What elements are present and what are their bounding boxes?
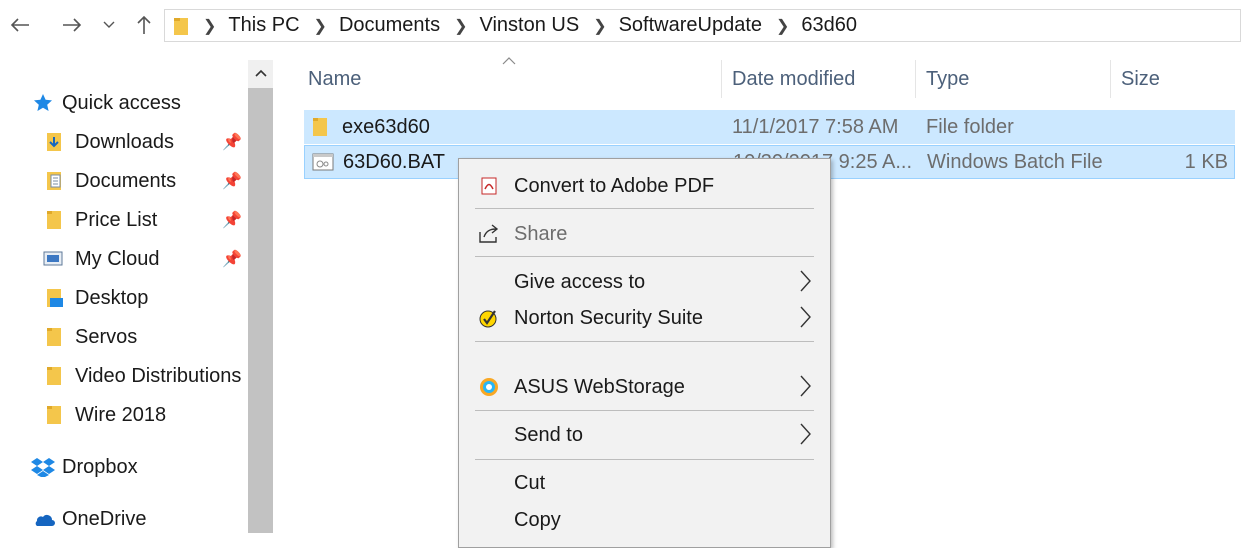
menu-item-send-to[interactable]: Send to: [459, 417, 830, 453]
breadcrumb-63d60[interactable]: ❯ 63d60: [762, 14, 857, 37]
sidebar-onedrive[interactable]: OneDrive: [0, 501, 245, 537]
downloads-folder-icon: [47, 133, 61, 151]
breadcrumb-this-pc[interactable]: ❯ This PC: [189, 14, 300, 37]
recent-locations-button[interactable]: [99, 10, 119, 40]
breadcrumb-vinston-us[interactable]: ❯ Vinston US: [440, 14, 579, 37]
sidebar-item-documents[interactable]: Documents 📌: [0, 163, 245, 199]
column-header-date-modified[interactable]: Date modified: [732, 60, 912, 98]
menu-separator: [475, 341, 814, 342]
chevron-up-icon: [254, 69, 267, 77]
chevron-down-icon: [103, 21, 115, 28]
column-header-type[interactable]: Type: [926, 60, 1106, 98]
menu-separator: [475, 459, 814, 460]
column-divider[interactable]: [1110, 60, 1111, 98]
up-button[interactable]: [132, 10, 156, 40]
chevron-right-icon: ❯: [593, 17, 607, 35]
sidebar-item-downloads[interactable]: Downloads 📌: [0, 124, 245, 160]
onedrive-cloud-icon: [35, 515, 55, 526]
back-button[interactable]: [8, 10, 32, 40]
chevron-right-icon: [800, 306, 811, 328]
file-date: 11/1/2017 7:58 AM: [732, 115, 899, 138]
share-icon: [477, 222, 501, 246]
pin-icon[interactable]: 📌: [222, 210, 242, 230]
file-size: 1 KB: [1184, 150, 1228, 173]
chevron-right-icon: ❯: [313, 17, 327, 35]
scroll-up-button[interactable]: [248, 60, 273, 86]
address-bar[interactable]: ❯ This PC ❯ Documents ❯ Vinston US ❯ Softwar…: [164, 9, 1241, 42]
sidebar-item-video-distributions[interactable]: Video Distributions: [0, 358, 245, 394]
chevron-right-icon: ❯: [203, 17, 217, 35]
file-name: exe63d60: [342, 115, 430, 138]
sidebar-item-wire-2018[interactable]: Wire 2018: [0, 397, 245, 433]
sidebar-scroll-thumb[interactable]: [248, 88, 273, 533]
breadcrumb-documents[interactable]: ❯ Documents: [300, 14, 441, 37]
file-name: 63D60.BAT: [343, 150, 445, 173]
desktop-folder-icon: [47, 289, 63, 307]
folder-icon: [47, 406, 61, 424]
column-header-name[interactable]: Name: [308, 60, 720, 98]
column-header-size[interactable]: Size: [1121, 60, 1231, 98]
menu-item-norton-security-suite[interactable]: Norton Security Suite: [459, 300, 830, 336]
column-divider[interactable]: [915, 60, 916, 98]
chevron-right-icon: ❯: [776, 17, 790, 35]
folder-icon: [47, 328, 61, 346]
pin-icon[interactable]: 📌: [222, 171, 242, 191]
sidebar-quick-access[interactable]: Quick access: [0, 85, 245, 121]
norton-check-icon: [477, 306, 501, 330]
folder-icon: [174, 17, 188, 35]
file-type: File folder: [926, 115, 1014, 138]
asus-webstorage-icon: [477, 375, 501, 399]
arrow-right-icon: [63, 18, 82, 32]
sidebar-item-price-list[interactable]: Price List 📌: [0, 202, 245, 238]
menu-item-asus-webstorage[interactable]: ASUS WebStorage: [459, 369, 830, 405]
folder-icon: [47, 367, 61, 385]
folder-icon: [313, 118, 327, 136]
menu-separator: [475, 256, 814, 257]
menu-item-cut[interactable]: Cut: [459, 465, 830, 501]
menu-separator: [475, 208, 814, 209]
documents-folder-icon: [47, 172, 61, 190]
chevron-right-icon: [800, 423, 811, 445]
star-icon: [34, 94, 52, 111]
column-divider[interactable]: [721, 60, 722, 98]
menu-item-give-access-to[interactable]: Give access to: [459, 264, 830, 300]
pin-icon[interactable]: 📌: [222, 132, 242, 152]
folder-icon: [47, 211, 61, 229]
sidebar-item-desktop[interactable]: Desktop: [0, 280, 245, 316]
chevron-right-icon: [800, 375, 811, 397]
dropbox-icon: [31, 458, 55, 477]
adobe-pdf-icon: [477, 174, 501, 198]
menu-item-convert-to-adobe-pdf[interactable]: Convert to Adobe PDF: [459, 168, 830, 204]
menu-separator: [475, 410, 814, 411]
sidebar-item-servos[interactable]: Servos: [0, 319, 245, 355]
forward-button[interactable]: [60, 10, 84, 40]
network-drive-icon: [43, 251, 63, 266]
arrow-left-icon: [10, 18, 29, 32]
breadcrumb-softwareupdate[interactable]: ❯ SoftwareUpdate: [579, 14, 762, 37]
menu-item-share[interactable]: Share: [459, 216, 830, 252]
arrow-up-icon: [137, 15, 151, 34]
sort-ascending-icon: [502, 57, 516, 65]
pin-icon[interactable]: 📌: [222, 249, 242, 269]
file-type: Windows Batch File: [927, 150, 1103, 173]
chevron-right-icon: [800, 270, 811, 292]
chevron-right-icon: ❯: [454, 17, 468, 35]
batch-file-icon: [312, 153, 334, 171]
context-menu: Convert to Adobe PDF Share Give access t…: [458, 158, 831, 548]
file-row-exe63d60[interactable]: exe63d60 11/1/2017 7:58 AM File folder: [304, 110, 1235, 144]
sidebar-item-my-cloud[interactable]: My Cloud 📌: [0, 241, 245, 277]
sidebar-dropbox[interactable]: Dropbox: [0, 449, 245, 485]
